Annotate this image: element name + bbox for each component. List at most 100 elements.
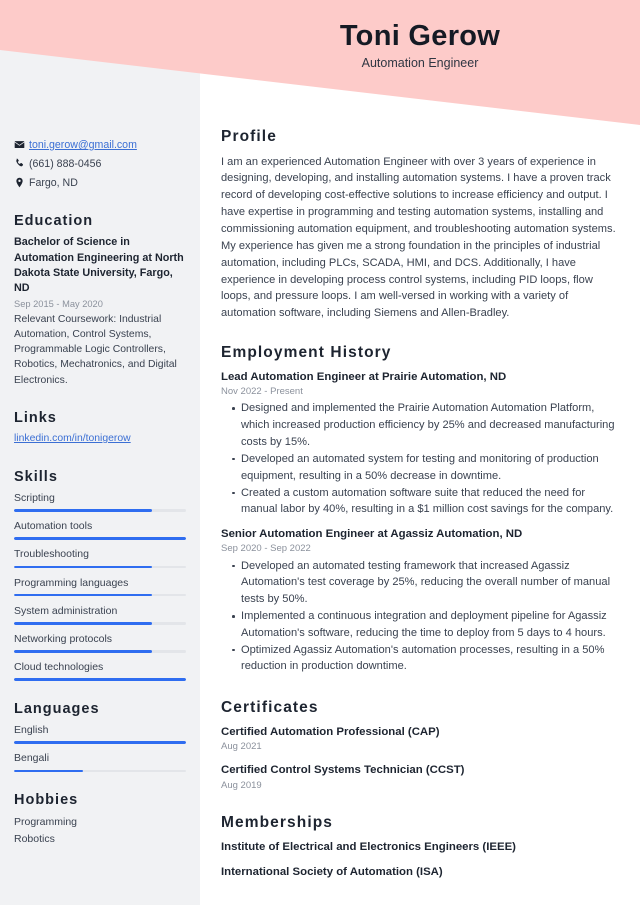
- location-pin-icon: [14, 176, 29, 188]
- skill-row: Cloud technologies: [14, 660, 186, 681]
- links-section: Links linkedin.com/in/tonigerow: [14, 410, 186, 447]
- language-level-bar: [14, 741, 186, 744]
- contact-email-link[interactable]: toni.gerow@gmail.com: [29, 138, 137, 153]
- skill-level-bar: [14, 509, 186, 512]
- memberships-title: Memberships: [221, 814, 334, 832]
- phone-icon: [14, 157, 29, 169]
- language-label: Bengali: [14, 752, 50, 765]
- language-level-fill: [14, 741, 186, 744]
- header-text-block: Toni Gerow Automation Engineer: [200, 0, 640, 71]
- profile-text: I am an experienced Automation Engineer …: [221, 155, 616, 320]
- resume-page: toni.gerow@gmail.com (661) 888-0456 Farg…: [0, 0, 640, 905]
- employment-role: Senior Automation Engineer at Agassiz Au…: [221, 527, 523, 540]
- membership-entry: Institute of Electrical and Electronics …: [221, 840, 516, 853]
- link-item: linkedin.com/in/tonigerow: [14, 432, 186, 447]
- skill-label: Programming languages: [14, 576, 129, 589]
- hobbies-title: Hobbies: [14, 792, 79, 809]
- hobbies-section: Hobbies Programming Robotics: [14, 792, 186, 848]
- skill-level-fill: [14, 678, 186, 681]
- employment-bullet: Developed an automated testing framework…: [232, 558, 618, 608]
- skill-label: Cloud technologies: [14, 661, 104, 674]
- candidate-job-title: Automation Engineer: [361, 56, 479, 71]
- employment-entry: Lead Automation Engineer at Prairie Auto…: [221, 370, 618, 518]
- skill-level-bar: [14, 593, 186, 597]
- certificate-entry: Certified Control Systems Technician (CC…: [221, 763, 618, 792]
- education-degree: Bachelor of Science in Automation Engine…: [14, 236, 184, 295]
- employment-title: Employment History: [221, 344, 392, 362]
- sidebar: toni.gerow@gmail.com (661) 888-0456 Farg…: [0, 0, 200, 905]
- certificate-entry: Certified Automation Professional (CAP) A…: [221, 725, 618, 754]
- skill-level-fill: [14, 650, 152, 653]
- employment-date: Nov 2022 - Present: [221, 386, 303, 398]
- skill-level-bar: [14, 537, 186, 540]
- skill-label: Automation tools: [14, 520, 93, 533]
- certificate-date: Aug 2019: [221, 779, 262, 791]
- employment-bullet: Designed and implemented the Prairie Aut…: [232, 400, 618, 450]
- certificates-section: Certificates Certified Automation Profes…: [221, 699, 618, 792]
- skill-row: Programming languages: [14, 576, 186, 597]
- skill-level-fill: [14, 509, 152, 512]
- contact-phone: (661) 888-0456: [14, 157, 186, 172]
- contact-location: Fargo, ND: [14, 176, 186, 191]
- certificate-name: Certified Automation Professional (CAP): [221, 725, 440, 738]
- language-label: English: [14, 724, 49, 737]
- employment-bullet-list: Designed and implemented the Prairie Aut…: [221, 400, 618, 517]
- employment-bullet-list: Developed an automated testing framework…: [221, 558, 618, 675]
- skill-row: Scripting: [14, 491, 186, 512]
- links-title: Links: [14, 409, 57, 426]
- envelope-icon: [14, 138, 29, 150]
- language-level-fill: [14, 769, 83, 773]
- skill-label: Scripting: [14, 492, 55, 505]
- skill-row: Networking protocols: [14, 632, 186, 653]
- language-row: English: [14, 723, 186, 744]
- linkedin-link[interactable]: linkedin.com/in/tonigerow: [14, 433, 131, 444]
- skill-level-bar: [14, 565, 186, 569]
- skill-row: System administration: [14, 604, 186, 625]
- skill-row: Troubleshooting: [14, 547, 186, 569]
- education-description: Relevant Coursework: Industrial Automati…: [14, 313, 177, 386]
- employment-role: Lead Automation Engineer at Prairie Auto…: [221, 370, 507, 383]
- profile-section: Profile I am an experienced Automation E…: [221, 128, 618, 322]
- profile-title: Profile: [221, 128, 277, 145]
- education-title: Education: [14, 213, 94, 230]
- skill-level-fill: [14, 565, 152, 569]
- memberships-section: Memberships Institute of Electrical and …: [221, 814, 618, 880]
- contact-phone-text: (661) 888-0456: [29, 157, 102, 170]
- hobby-item: Programming: [14, 816, 78, 829]
- employment-date: Sep 2020 - Sep 2022: [221, 543, 311, 555]
- skill-label: Networking protocols: [14, 633, 113, 645]
- hobby-item: Robotics: [14, 833, 55, 846]
- membership-entry: International Society of Automation (ISA…: [221, 866, 443, 879]
- certificate-date: Aug 2021: [221, 741, 262, 753]
- candidate-name: Toni Gerow: [339, 20, 501, 52]
- employment-bullet: Created a custom automation software sui…: [232, 485, 618, 518]
- skill-level-bar: [14, 650, 186, 653]
- employment-bullet: Optimized Agassiz Automation's automatio…: [232, 642, 618, 675]
- skills-title: Skills: [14, 468, 58, 485]
- language-level-bar: [14, 769, 186, 773]
- contact-location-text: Fargo, ND: [29, 176, 78, 189]
- skill-level-fill: [14, 593, 152, 597]
- contact-email: toni.gerow@gmail.com: [14, 138, 186, 153]
- certificate-name: Certified Control Systems Technician (CC…: [221, 764, 465, 777]
- education-date: Sep 2015 - May 2020: [14, 298, 103, 309]
- languages-section: Languages English Bengali: [14, 700, 186, 773]
- education-section: Education Bachelor of Science in Automat…: [14, 213, 186, 388]
- skill-level-fill: [14, 622, 152, 625]
- skill-level-bar: [14, 622, 186, 625]
- language-row: Bengali: [14, 751, 186, 773]
- employment-section: Employment History Lead Automation Engin…: [221, 344, 618, 675]
- skill-row: Automation tools: [14, 519, 186, 540]
- employment-bullet: Developed an automated system for testin…: [232, 451, 618, 484]
- main-content: Profile I am an experienced Automation E…: [200, 0, 640, 897]
- employment-entry: Senior Automation Engineer at Agassiz Au…: [221, 527, 618, 675]
- skill-label: Troubleshooting: [14, 548, 89, 561]
- skill-label: System administration: [14, 604, 118, 617]
- certificates-title: Certificates: [221, 699, 319, 717]
- skill-level-fill: [14, 537, 186, 540]
- skill-level-bar: [14, 678, 186, 681]
- languages-title: Languages: [14, 700, 100, 717]
- employment-bullet: Implemented a continuous integration and…: [232, 608, 618, 641]
- contact-list: toni.gerow@gmail.com (661) 888-0456 Farg…: [14, 138, 186, 191]
- skills-section: Skills Scripting Automation tools Troubles…: [14, 469, 186, 681]
